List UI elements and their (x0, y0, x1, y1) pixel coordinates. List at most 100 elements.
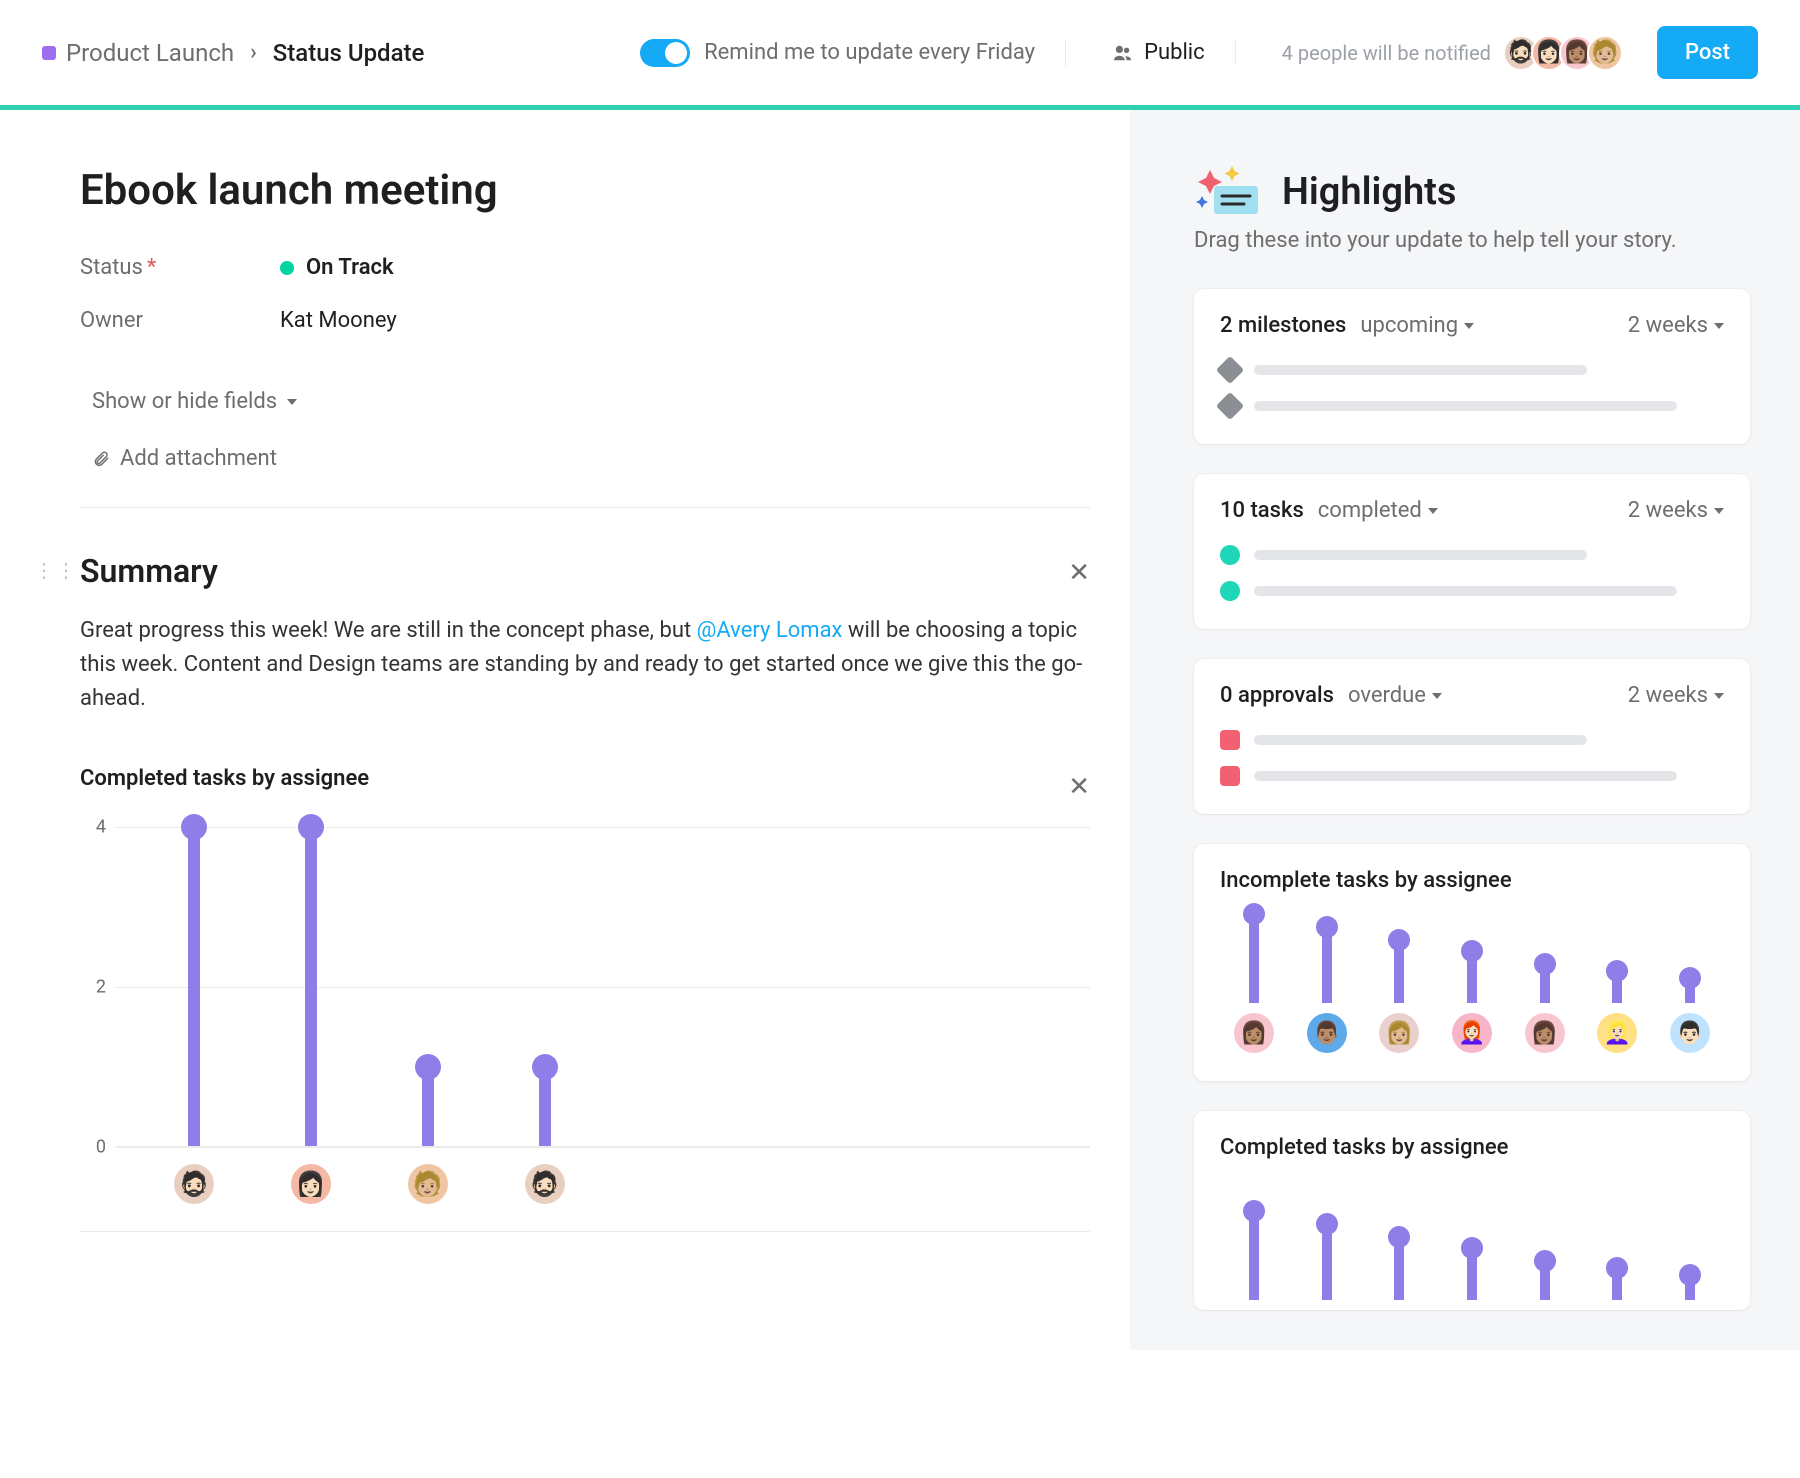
chart-column (1230, 1208, 1278, 1300)
approvals-filter[interactable]: overdue (1348, 683, 1442, 708)
bar-row (1220, 581, 1724, 601)
status-dot-icon (280, 261, 294, 275)
status-value[interactable]: On Track (280, 255, 394, 280)
milestones-filter[interactable]: upcoming (1360, 313, 1474, 338)
milestones-card[interactable]: 2 milestones upcoming 2 weeks (1194, 289, 1750, 444)
summary-section: ⋮⋮ Summary ✕ Great progress this week! W… (80, 552, 1090, 716)
bar-row (1220, 360, 1724, 380)
divider (80, 507, 1090, 508)
milestones-time[interactable]: 2 weeks (1628, 313, 1724, 338)
people-icon (1112, 44, 1134, 62)
summary-heading: Summary (80, 552, 1090, 590)
paperclip-icon (92, 449, 110, 469)
chart-column (1666, 1272, 1714, 1300)
chart-column (1593, 1265, 1641, 1300)
tasks-card[interactable]: 10 tasks completed 2 weeks (1194, 474, 1750, 629)
reminder-toggle-group: Remind me to update every Friday (640, 39, 1066, 67)
incomplete-chart-card[interactable]: Incomplete tasks by assignee 👩🏽 👨🏽 👩🏼 👩🏻‍🦰 👩… (1194, 844, 1750, 1081)
notify-avatars[interactable]: 🧔🏻👩🏻👩🏽🧑🏼 (1503, 35, 1623, 71)
reminder-toggle[interactable] (640, 39, 690, 67)
chevron-down-icon (1464, 323, 1474, 329)
approvals-card[interactable]: 0 approvals overdue 2 weeks (1194, 659, 1750, 814)
avatar[interactable]: 🧔🏻 (174, 1164, 214, 1204)
chevron-down-icon (1432, 693, 1442, 699)
main-column: Ebook launch meeting Status* On Track Ow… (0, 110, 1130, 1350)
chevron-down-icon (1714, 693, 1724, 699)
highlights-icon (1194, 166, 1264, 218)
mention-link[interactable]: @Avery Lomax (697, 618, 843, 643)
completed-tasks-chart[interactable]: 024🧔🏻👩🏻🧑🏼🧔🏻 (80, 827, 1090, 1207)
avatar[interactable]: 👩🏽 (1525, 1013, 1565, 1053)
bar-row (1220, 545, 1724, 565)
milestone-icon (1216, 356, 1244, 384)
chart-bar: 👩🏻 (305, 826, 317, 1146)
avatar[interactable]: 👩🏽 (1234, 1013, 1274, 1053)
summary-text[interactable]: Great progress this week! We are still i… (80, 614, 1090, 716)
avatar[interactable]: 👩🏻‍🦰 (1452, 1013, 1492, 1053)
notify-group: 4 people will be notified 🧔🏻👩🏻👩🏽🧑🏼 (1252, 35, 1641, 71)
owner-label: Owner (80, 308, 280, 333)
chevron-right-icon: › (250, 40, 257, 65)
avatar[interactable]: 🧑🏼 (1587, 35, 1623, 71)
incomplete-chart-title: Incomplete tasks by assignee (1220, 868, 1724, 893)
chevron-down-icon (287, 399, 297, 405)
approval-icon (1220, 766, 1240, 786)
chart-column: 👩🏽 (1230, 911, 1278, 1053)
avatar[interactable]: 👩🏻 (291, 1164, 331, 1204)
remove-section-button[interactable]: ✕ (1068, 558, 1090, 588)
bar-row (1220, 396, 1724, 416)
approval-icon (1220, 730, 1240, 750)
add-attachment[interactable]: Add attachment (80, 438, 289, 479)
status-field: Status* On Track (80, 255, 1090, 280)
chart-column (1521, 1258, 1569, 1300)
y-tick-label: 2 (80, 977, 106, 998)
divider (80, 1231, 1090, 1232)
owner-value[interactable]: Kat Mooney (280, 308, 397, 333)
remove-section-button[interactable]: ✕ (1068, 772, 1090, 802)
chevron-down-icon (1714, 323, 1724, 329)
highlights-title: Highlights (1282, 170, 1456, 214)
approvals-count: 0 approvals (1220, 683, 1334, 708)
page-title[interactable]: Ebook launch meeting (80, 166, 1090, 215)
chevron-down-icon (1428, 508, 1438, 514)
chart-column: 👩🏼 (1375, 937, 1423, 1053)
task-icon (1220, 545, 1240, 565)
tasks-time[interactable]: 2 weeks (1628, 498, 1724, 523)
avatar[interactable]: 👨🏽 (1307, 1013, 1347, 1053)
drag-handle-icon[interactable]: ⋮⋮ (34, 558, 78, 582)
breadcrumb: Product Launch › Status Update (42, 39, 424, 67)
chart-bar: 🧔🏻 (539, 1066, 551, 1146)
avatar[interactable]: 👱🏻‍♀️ (1597, 1013, 1637, 1053)
chart-section: Completed tasks by assignee ✕ 024🧔🏻👩🏻🧑🏼🧔… (80, 766, 1090, 1232)
chart-column (1303, 1221, 1351, 1300)
avatar[interactable]: 🧔🏻 (525, 1164, 565, 1204)
post-button[interactable]: Post (1657, 26, 1758, 79)
bar-row (1220, 730, 1724, 750)
notify-text: 4 people will be notified (1282, 41, 1491, 65)
show-hide-fields[interactable]: Show or hide fields (80, 381, 309, 422)
avatar[interactable]: 👩🏼 (1379, 1013, 1419, 1053)
chart-column: 👩🏻‍🦰 (1448, 948, 1496, 1053)
avatar[interactable]: 🧑🏼 (408, 1164, 448, 1204)
milestones-count: 2 milestones (1220, 313, 1346, 338)
chart-column: 👨🏽 (1303, 924, 1351, 1053)
chevron-down-icon (1714, 508, 1724, 514)
chart-column: 👩🏽 (1521, 961, 1569, 1053)
approvals-time[interactable]: 2 weeks (1628, 683, 1724, 708)
reminder-label: Remind me to update every Friday (704, 40, 1035, 65)
chart-column: 👨🏻 (1666, 975, 1714, 1053)
owner-field: Owner Kat Mooney (80, 308, 1090, 333)
status-label: Status* (80, 255, 280, 280)
chart-column (1375, 1234, 1423, 1300)
project-color-dot (42, 46, 56, 60)
avatar[interactable]: 👨🏻 (1670, 1013, 1710, 1053)
chart-column: 👱🏻‍♀️ (1593, 968, 1641, 1053)
bar-row (1220, 766, 1724, 786)
completed-chart-title: Completed tasks by assignee (1220, 1135, 1724, 1160)
visibility-selector[interactable]: Public (1082, 40, 1236, 65)
y-tick-label: 4 (80, 817, 106, 838)
tasks-filter[interactable]: completed (1318, 498, 1438, 523)
completed-chart-card[interactable]: Completed tasks by assignee (1194, 1111, 1750, 1310)
breadcrumb-parent[interactable]: Product Launch (42, 39, 234, 67)
chart-bar: 🧔🏻 (188, 826, 200, 1146)
